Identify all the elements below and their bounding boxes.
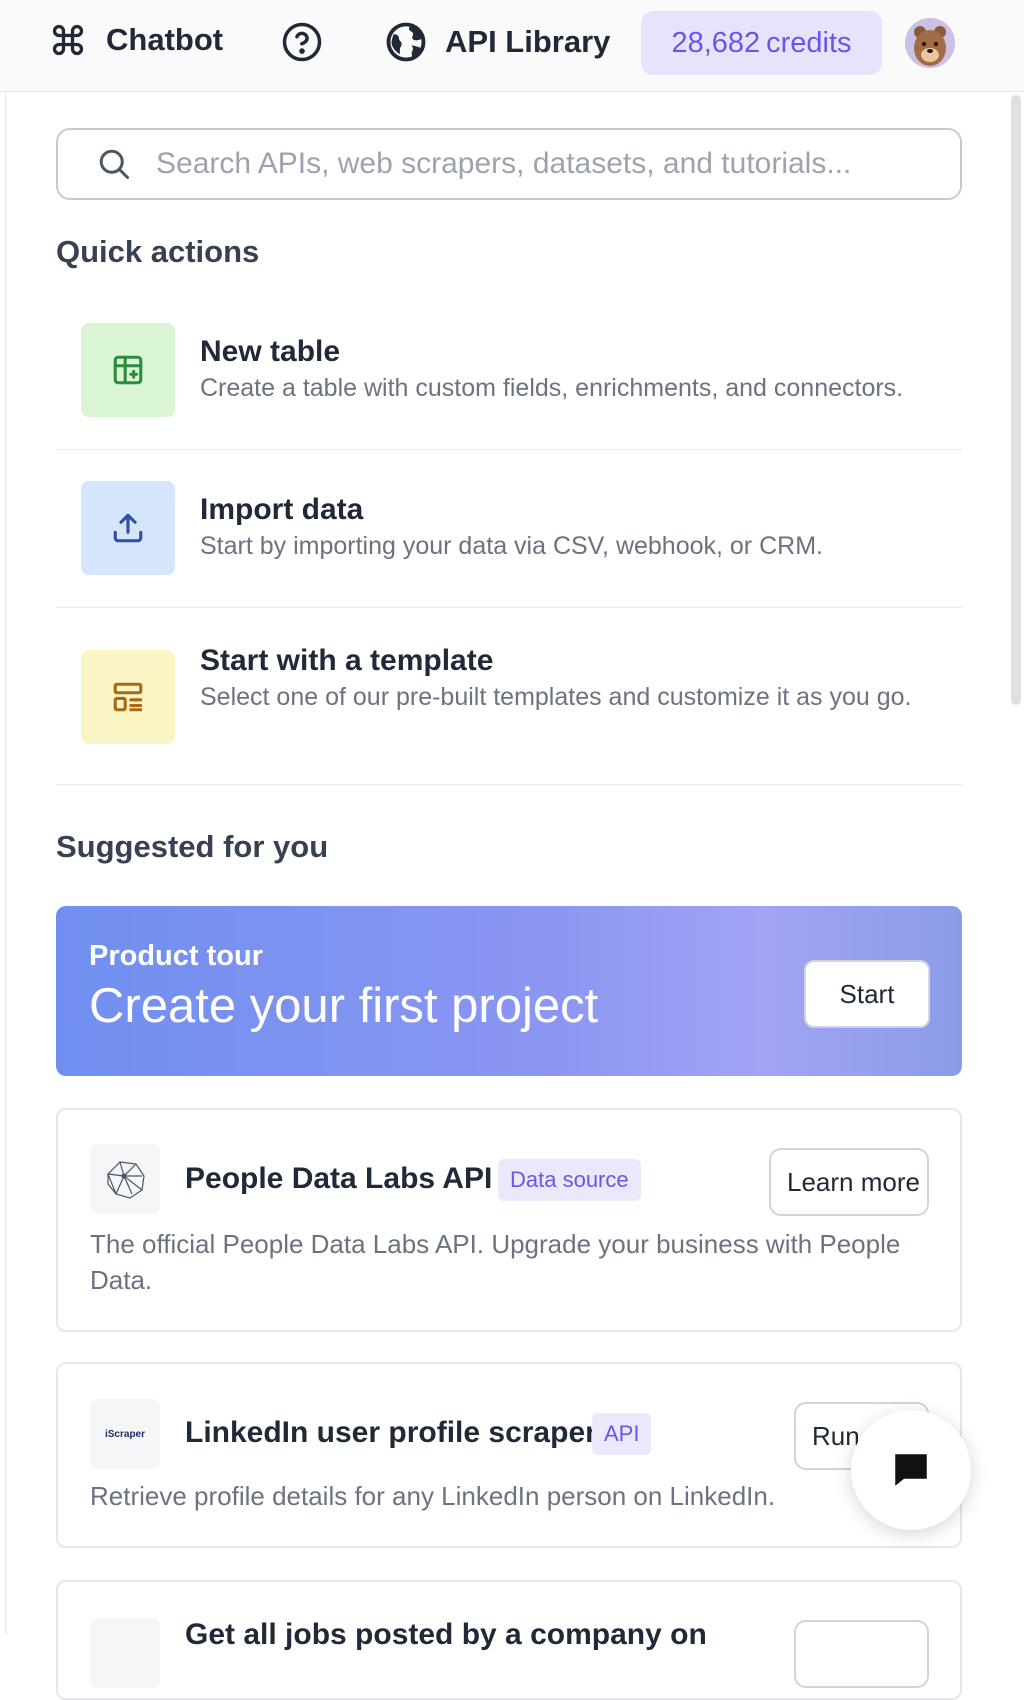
suggested-heading: Suggested for you <box>56 829 329 864</box>
quick-action-template[interactable]: Start with a template Select one of our … <box>56 608 962 785</box>
people-data-labs-logo <box>90 1144 160 1214</box>
api-badge: API <box>592 1413 652 1455</box>
chatbot-label: Chatbot <box>106 22 224 57</box>
card-title: LinkedIn user profile scraper <box>185 1416 597 1449</box>
quick-action-title: Start with a template <box>200 644 494 677</box>
card-title: People Data Labs API <box>185 1162 493 1195</box>
quick-action-new-table[interactable]: New table Create a table with custom fie… <box>56 305 962 450</box>
suggestion-card-company-jobs[interactable]: Get all jobs posted by a company on <box>56 1580 962 1700</box>
search-box[interactable] <box>56 128 962 200</box>
card-action-button[interactable] <box>794 1620 929 1688</box>
iscraper-logo-text: iScraper <box>104 1428 146 1440</box>
search-icon <box>96 146 132 182</box>
chat-launcher-button[interactable] <box>851 1410 971 1530</box>
help-button[interactable] <box>281 21 323 63</box>
card-description: The official People Data Labs API. Upgra… <box>90 1229 901 1295</box>
quick-action-title: New table <box>200 335 341 368</box>
globe-icon <box>385 21 427 63</box>
scrollbar[interactable] <box>1011 95 1021 705</box>
card-description: Retrieve profile details for any LinkedI… <box>90 1481 776 1511</box>
help-icon <box>281 21 323 63</box>
card-title: Get all jobs posted by a company on <box>185 1618 707 1651</box>
quick-action-description: Start by importing your data via CSV, we… <box>200 532 823 560</box>
learn-more-button[interactable]: Learn more <box>769 1148 929 1216</box>
data-source-badge: Data source <box>498 1159 641 1201</box>
sidebar-edge <box>0 92 6 1634</box>
quick-actions-heading: Quick actions <box>56 234 260 269</box>
iscraper-logo: iScraper <box>90 1399 160 1469</box>
credits-badge[interactable]: 28,682 credits <box>641 11 882 75</box>
tour-eyebrow: Product tour <box>89 940 263 972</box>
card-logo <box>90 1618 160 1688</box>
template-icon <box>81 650 175 744</box>
api-library-nav[interactable]: API Library <box>385 21 610 63</box>
quick-action-description: Create a table with custom fields, enric… <box>200 374 904 402</box>
chatbot-nav[interactable]: Chatbot <box>50 22 223 58</box>
table-add-icon <box>81 323 175 417</box>
upload-icon <box>81 481 175 575</box>
chat-bubble-icon <box>890 1449 932 1491</box>
tour-title: Create your first project <box>89 979 599 1033</box>
product-tour-banner: Product tour Create your first project S… <box>56 906 962 1076</box>
suggestion-card-linkedin-scraper[interactable]: iScraper LinkedIn user profile scraper A… <box>56 1362 962 1548</box>
top-bar: Chatbot API Library 28,682 credits <box>0 0 1024 92</box>
start-tour-button[interactable]: Start <box>804 960 930 1028</box>
quick-action-description: Select one of our pre-built templates an… <box>200 683 912 711</box>
api-library-label: API Library <box>445 24 611 59</box>
credits-value: 28,682 <box>671 26 761 59</box>
suggestion-card-people-data-labs[interactable]: People Data Labs API Data source Learn m… <box>56 1108 962 1332</box>
quick-action-title: Import data <box>200 493 364 526</box>
search-input[interactable] <box>154 146 938 182</box>
quick-action-import-data[interactable]: Import data Start by importing your data… <box>56 450 962 608</box>
command-icon <box>50 22 86 58</box>
credits-unit: credits <box>766 26 852 59</box>
avatar[interactable] <box>905 18 955 68</box>
